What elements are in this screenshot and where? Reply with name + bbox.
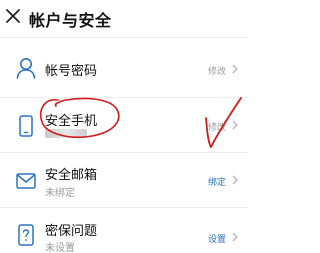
- header-bar: 帐户与安全: [0, 0, 248, 38]
- page-title: 帐户与安全: [29, 11, 112, 30]
- row-security-email[interactable]: 安全邮箱 未绑定 绑定: [0, 153, 248, 208]
- chevron-right-icon: [232, 232, 238, 242]
- modify-link[interactable]: 修改: [208, 120, 226, 133]
- chevron-right-icon: [232, 175, 238, 185]
- phone-icon: [16, 114, 36, 138]
- row-security-phone[interactable]: 安全手机 修改: [0, 98, 248, 153]
- user-icon: [16, 56, 36, 80]
- set-link[interactable]: 设置: [208, 232, 226, 245]
- row-subtitle: 未绑定: [45, 188, 75, 199]
- question-icon: [16, 223, 36, 247]
- close-button[interactable]: [5, 8, 21, 24]
- row-title: 密保问题: [45, 224, 98, 239]
- row-title: 帐号密码: [45, 64, 98, 79]
- close-icon[interactable]: [6, 9, 20, 23]
- row-subtitle: 未设置: [45, 243, 75, 253]
- row-title: 安全手机: [45, 114, 98, 129]
- envelope-icon: [16, 169, 36, 193]
- chevron-right-icon: [232, 64, 238, 74]
- bind-link[interactable]: 绑定: [208, 175, 226, 188]
- row-account-password[interactable]: 帐号密码 修改: [0, 42, 248, 98]
- row-title: 安全邮箱: [45, 168, 98, 183]
- row-security-question[interactable]: 密保问题 未设置 设置: [0, 208, 248, 253]
- modify-link[interactable]: 修改: [208, 64, 226, 77]
- masked-phone-number: [45, 129, 87, 138]
- account-security-page: 帐户与安全 帐号密码 修改 安全手机 修改 安全邮箱 未绑定 绑定 密保问题 未…: [0, 0, 248, 253]
- chevron-right-icon: [232, 120, 238, 130]
